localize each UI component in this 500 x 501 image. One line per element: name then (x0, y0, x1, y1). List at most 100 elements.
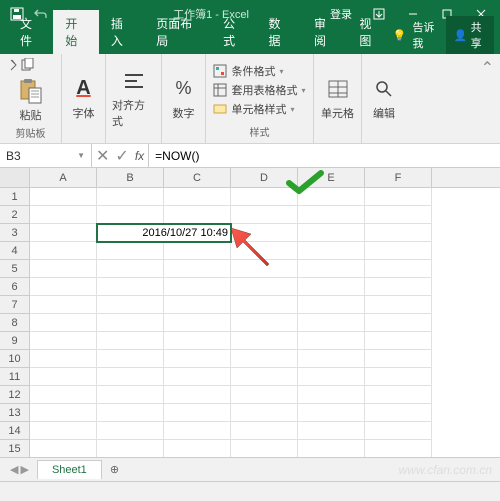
cell[interactable] (97, 296, 164, 314)
row-header[interactable]: 7 (0, 296, 30, 314)
cell[interactable] (164, 314, 231, 332)
row-header[interactable]: 9 (0, 332, 30, 350)
cell[interactable] (231, 296, 298, 314)
cell[interactable] (298, 350, 365, 368)
cell[interactable] (30, 224, 97, 242)
cell[interactable] (298, 242, 365, 260)
cell[interactable] (365, 296, 432, 314)
cell[interactable] (365, 188, 432, 206)
cell[interactable] (298, 296, 365, 314)
cell[interactable] (365, 386, 432, 404)
cell[interactable] (365, 260, 432, 278)
align-button[interactable]: 对齐方式 (112, 67, 155, 129)
cell[interactable] (298, 278, 365, 296)
cell[interactable] (164, 350, 231, 368)
cell[interactable] (30, 386, 97, 404)
cell-style-button[interactable]: 单元格样式▾ (213, 101, 305, 117)
sheet-nav-prev-icon[interactable]: ◀ (10, 463, 18, 476)
collapse-ribbon-icon[interactable]: ⌃ (475, 54, 500, 143)
cell[interactable] (97, 314, 164, 332)
row-header[interactable]: 10 (0, 350, 30, 368)
cell[interactable] (30, 404, 97, 422)
sheet-nav-next-icon[interactable]: ▶ (20, 463, 28, 476)
cut-copy-icons[interactable] (8, 58, 38, 77)
row-header[interactable]: 13 (0, 404, 30, 422)
number-button[interactable]: %数字 (170, 75, 198, 121)
row-header[interactable]: 11 (0, 368, 30, 386)
row-header[interactable]: 6 (0, 278, 30, 296)
table-format-button[interactable]: 套用表格格式▾ (213, 82, 305, 98)
cell[interactable] (365, 224, 432, 242)
tab-home[interactable]: 开始 (53, 10, 98, 54)
fx-icon[interactable]: fx (135, 149, 144, 163)
cell[interactable] (30, 242, 97, 260)
row-header[interactable]: 15 (0, 440, 30, 458)
cell[interactable] (97, 260, 164, 278)
cell[interactable] (164, 332, 231, 350)
cell[interactable] (30, 260, 97, 278)
cell[interactable] (365, 404, 432, 422)
cell[interactable] (164, 440, 231, 458)
cell[interactable] (298, 314, 365, 332)
row-header[interactable]: 4 (0, 242, 30, 260)
tab-formula[interactable]: 公式 (211, 10, 256, 54)
cell[interactable] (298, 368, 365, 386)
cell[interactable] (30, 332, 97, 350)
cell[interactable] (97, 350, 164, 368)
cell[interactable] (164, 188, 231, 206)
cell[interactable] (97, 440, 164, 458)
select-all-corner[interactable] (0, 168, 30, 187)
cell[interactable] (97, 332, 164, 350)
cell[interactable] (164, 368, 231, 386)
cell[interactable] (30, 278, 97, 296)
edit-button[interactable]: 编辑 (370, 75, 398, 121)
cell[interactable] (97, 242, 164, 260)
font-button[interactable]: A字体 (70, 75, 98, 121)
cell[interactable] (164, 404, 231, 422)
cell[interactable] (365, 314, 432, 332)
cell[interactable] (231, 404, 298, 422)
cell[interactable] (97, 404, 164, 422)
cell[interactable] (30, 440, 97, 458)
cell[interactable] (30, 314, 97, 332)
cell[interactable] (365, 440, 432, 458)
row-header[interactable]: 12 (0, 386, 30, 404)
cell[interactable] (365, 206, 432, 224)
cell[interactable] (97, 386, 164, 404)
cell[interactable] (298, 422, 365, 440)
cell[interactable] (231, 368, 298, 386)
cell[interactable] (164, 296, 231, 314)
cell[interactable] (164, 422, 231, 440)
cell[interactable] (97, 278, 164, 296)
col-header[interactable]: F (365, 168, 432, 187)
cell[interactable] (164, 278, 231, 296)
row-header[interactable]: 5 (0, 260, 30, 278)
cell[interactable] (164, 260, 231, 278)
formula-bar[interactable]: =NOW() (148, 144, 500, 167)
cell[interactable] (231, 278, 298, 296)
cell[interactable] (30, 188, 97, 206)
cell[interactable] (365, 278, 432, 296)
cell[interactable] (298, 332, 365, 350)
row-header[interactable]: 2 (0, 206, 30, 224)
cell[interactable] (231, 422, 298, 440)
col-header[interactable]: A (30, 168, 97, 187)
cell[interactable] (30, 296, 97, 314)
cell[interactable] (231, 386, 298, 404)
row-header[interactable]: 3 (0, 224, 30, 242)
tab-view[interactable]: 视图 (347, 10, 392, 54)
cell[interactable] (97, 206, 164, 224)
name-box[interactable]: B3▼ (0, 144, 92, 167)
cell[interactable] (365, 332, 432, 350)
cell[interactable] (231, 332, 298, 350)
col-header[interactable]: C (164, 168, 231, 187)
sheet-tab[interactable]: Sheet1 (37, 460, 102, 479)
cell[interactable] (365, 350, 432, 368)
tab-review[interactable]: 审阅 (302, 10, 347, 54)
cell[interactable] (365, 422, 432, 440)
tab-tellme[interactable]: 告诉我 (413, 19, 440, 51)
cell[interactable] (97, 188, 164, 206)
cell[interactable] (298, 386, 365, 404)
tab-data[interactable]: 数据 (257, 10, 302, 54)
cell[interactable] (30, 350, 97, 368)
